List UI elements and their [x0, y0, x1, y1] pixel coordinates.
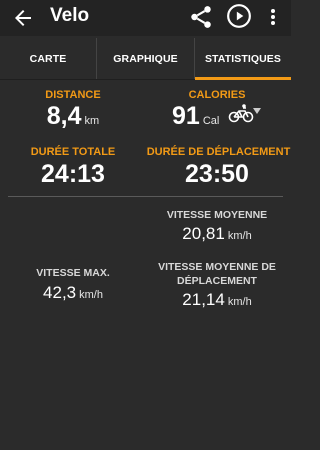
max-speed-unit: km/h	[79, 289, 103, 301]
tab-carte[interactable]: CARTE	[0, 38, 96, 79]
app-bar: Velo	[0, 0, 291, 36]
play-icon[interactable]	[226, 3, 252, 29]
avg-moving-speed-label-line1: VITESSE MOYENNE DE	[158, 261, 276, 273]
total-duration-label: DURÉE TOTALE	[30, 146, 116, 158]
bike-icon[interactable]	[228, 103, 254, 123]
avg-speed-value-group: 20,81 km/h	[158, 224, 276, 244]
avg-speed-value: 20,81	[182, 224, 225, 243]
share-icon[interactable]	[188, 4, 214, 30]
calories-value-group: 91 Cal	[172, 102, 228, 131]
calories-unit: Cal	[202, 115, 220, 127]
page-title: Velo	[50, 5, 90, 26]
active-tab-indicator	[195, 77, 291, 80]
more-vert-icon[interactable]	[264, 4, 282, 30]
section-divider	[8, 196, 283, 197]
total-duration-value: 24:13	[41, 160, 105, 188]
distance-value: 8,4	[46, 102, 82, 130]
distance-label: DISTANCE	[45, 89, 101, 101]
max-speed-value: 42,3	[43, 283, 77, 302]
avg-moving-speed-unit: km/h	[227, 296, 252, 308]
avg-moving-speed-value-group: 21,14 km/h	[158, 290, 276, 310]
max-speed-value-group: 42,3 km/h	[14, 283, 132, 303]
tab-statistiques[interactable]: STATISTIQUES	[195, 38, 291, 79]
moving-duration-label: DURÉE DE DÉPLACEMENT	[146, 146, 291, 158]
distance-unit: km	[84, 115, 100, 127]
dropdown-caret-icon[interactable]	[253, 108, 261, 114]
tab-bar: CARTE GRAPHIQUE STATISTIQUES	[0, 38, 291, 79]
calories-label: CALORIES	[188, 89, 246, 101]
avg-moving-speed-label-line2: DÉPLACEMENT	[177, 275, 257, 287]
moving-duration-value: 23:50	[185, 160, 249, 188]
avg-speed-label: VITESSE MOYENNE	[166, 209, 268, 221]
calories-value: 91	[172, 102, 200, 130]
tab-graphique[interactable]: GRAPHIQUE	[97, 38, 194, 79]
back-arrow-icon[interactable]	[10, 6, 36, 30]
max-speed-label: VITESSE MAX.	[36, 267, 110, 279]
avg-moving-speed-value: 21,14	[182, 290, 225, 309]
avg-speed-unit: km/h	[227, 230, 252, 242]
distance-value-group: 8,4 km	[14, 102, 132, 131]
